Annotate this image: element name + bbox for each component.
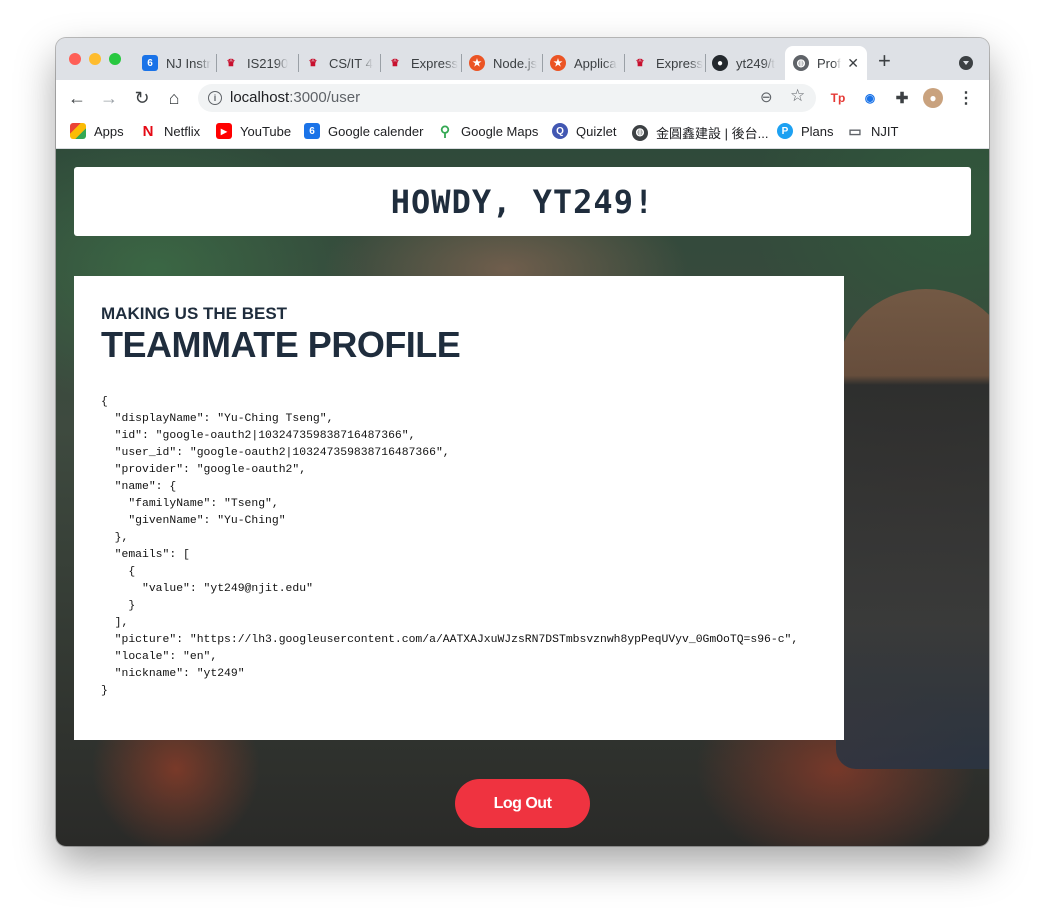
njit-logo-icon: ♛ bbox=[635, 57, 645, 69]
greeting-banner: HOWDY, YT249! bbox=[74, 167, 971, 236]
browser-window: 6 NJ Instr ♛ IS2190 ♛ CS/IT 4 ♛ Express … bbox=[56, 38, 989, 846]
home-button[interactable]: ⌂ bbox=[162, 86, 186, 110]
background-photo-person bbox=[836, 289, 989, 769]
google-maps-icon: ⚲ bbox=[439, 122, 451, 139]
tab-nj-instr[interactable]: 6 NJ Instr bbox=[142, 46, 212, 80]
bookmark-youtube[interactable]: ▶ YouTube bbox=[216, 123, 291, 139]
info-icon[interactable]: i bbox=[208, 91, 222, 105]
greeting-heading: HOWDY, YT249! bbox=[390, 182, 655, 221]
bookmark-jinyuanxin[interactable]: ◍ 金圓鑫建設 | 後台... bbox=[632, 123, 768, 142]
tab-profile-active[interactable]: ◍ Prof ✕ bbox=[785, 46, 867, 80]
tab-is2190[interactable]: ♛ IS2190 bbox=[223, 46, 295, 80]
extensions-puzzle-icon[interactable]: ✚ bbox=[892, 88, 912, 108]
google-calendar-icon: 6 bbox=[304, 123, 320, 139]
njit-logo-icon: ♛ bbox=[226, 57, 236, 69]
close-tab-icon[interactable]: ✕ bbox=[847, 55, 867, 72]
auth0-icon: ★ bbox=[469, 55, 485, 71]
njit-logo-icon: ♛ bbox=[308, 57, 318, 69]
bookmark-folder-njit[interactable]: ▭ NJIT bbox=[847, 123, 898, 139]
bookmarks-bar: Apps N Netflix ▶ YouTube 6 Google calend… bbox=[56, 116, 989, 149]
profile-json: { "displayName": "Yu-Ching Tseng", "id":… bbox=[101, 396, 799, 697]
bookmark-plans[interactable]: P Plans bbox=[777, 123, 834, 139]
bookmark-apps[interactable]: Apps bbox=[70, 123, 124, 139]
bookmark-google-calender[interactable]: 6 Google calender bbox=[304, 123, 423, 139]
zoom-icon[interactable]: ⊖ bbox=[760, 88, 773, 106]
address-bar[interactable]: i localhost:3000/user ⊖ ☆ bbox=[198, 84, 816, 112]
tab-express-1[interactable]: ♛ Express bbox=[387, 46, 459, 80]
new-tab-button[interactable]: + bbox=[878, 50, 891, 72]
quizlet-icon: Q bbox=[552, 123, 568, 139]
netflix-icon: N bbox=[142, 122, 154, 140]
menu-kebab-icon[interactable]: ⋮ bbox=[956, 88, 976, 108]
maximize-window-button[interactable] bbox=[109, 53, 121, 65]
bookmark-netflix[interactable]: N Netflix bbox=[140, 122, 201, 140]
back-button[interactable]: ← bbox=[65, 86, 89, 110]
page-viewport: HOWDY, YT249! MAKING US THE BEST TEAMMAT… bbox=[56, 149, 989, 846]
njit-logo-icon: ♛ bbox=[390, 57, 400, 69]
browser-toolbar: ← → ↻ ⌂ i localhost:3000/user ⊖ ☆ Tp ◉ ✚… bbox=[56, 80, 989, 116]
bookmark-google-maps[interactable]: ⚲ Google Maps bbox=[437, 123, 538, 139]
folder-icon: ▭ bbox=[848, 122, 862, 139]
profile-eyebrow: MAKING US THE BEST bbox=[101, 304, 288, 323]
tab-strip: 6 NJ Instr ♛ IS2190 ♛ CS/IT 4 ♛ Express … bbox=[56, 38, 989, 80]
globe-icon: ◍ bbox=[632, 124, 648, 141]
tab-applica[interactable]: ★ Applica bbox=[550, 46, 622, 80]
tab-cs-it[interactable]: ♛ CS/IT 4 bbox=[305, 46, 377, 80]
bookmark-star-icon[interactable]: ☆ bbox=[790, 86, 805, 106]
calendar-6-icon: 6 bbox=[142, 55, 158, 71]
extension-icon[interactable]: ◉ bbox=[860, 88, 880, 108]
profile-card: MAKING US THE BEST TEAMMATE PROFILE { "d… bbox=[74, 276, 844, 740]
github-icon: ● bbox=[712, 55, 728, 71]
close-window-button[interactable] bbox=[69, 53, 81, 65]
minimize-window-button[interactable] bbox=[89, 53, 101, 65]
reload-button[interactable]: ↻ bbox=[130, 86, 154, 110]
tab-nodejs[interactable]: ★ Node.js bbox=[469, 46, 541, 80]
tab-express-2[interactable]: ♛ Express bbox=[632, 46, 704, 80]
profile-avatar[interactable]: ● bbox=[923, 88, 943, 108]
url-text[interactable]: localhost:3000/user bbox=[230, 89, 360, 106]
forward-button[interactable]: → bbox=[97, 86, 121, 110]
youtube-icon: ▶ bbox=[216, 123, 232, 139]
profile-title: TEAMMATE PROFILE bbox=[101, 324, 461, 365]
bookmark-quizlet[interactable]: Q Quizlet bbox=[552, 123, 616, 139]
auth0-icon: ★ bbox=[550, 55, 566, 71]
plans-icon: P bbox=[777, 123, 793, 139]
log-out-button[interactable]: Log Out bbox=[455, 779, 590, 828]
apps-grid-icon bbox=[70, 123, 86, 139]
tab-github[interactable]: ● yt249/t bbox=[712, 46, 784, 80]
globe-icon: ◍ bbox=[793, 55, 809, 71]
tab-search-icon[interactable] bbox=[959, 56, 973, 70]
tp-extension-icon[interactable]: Tp bbox=[828, 88, 848, 108]
